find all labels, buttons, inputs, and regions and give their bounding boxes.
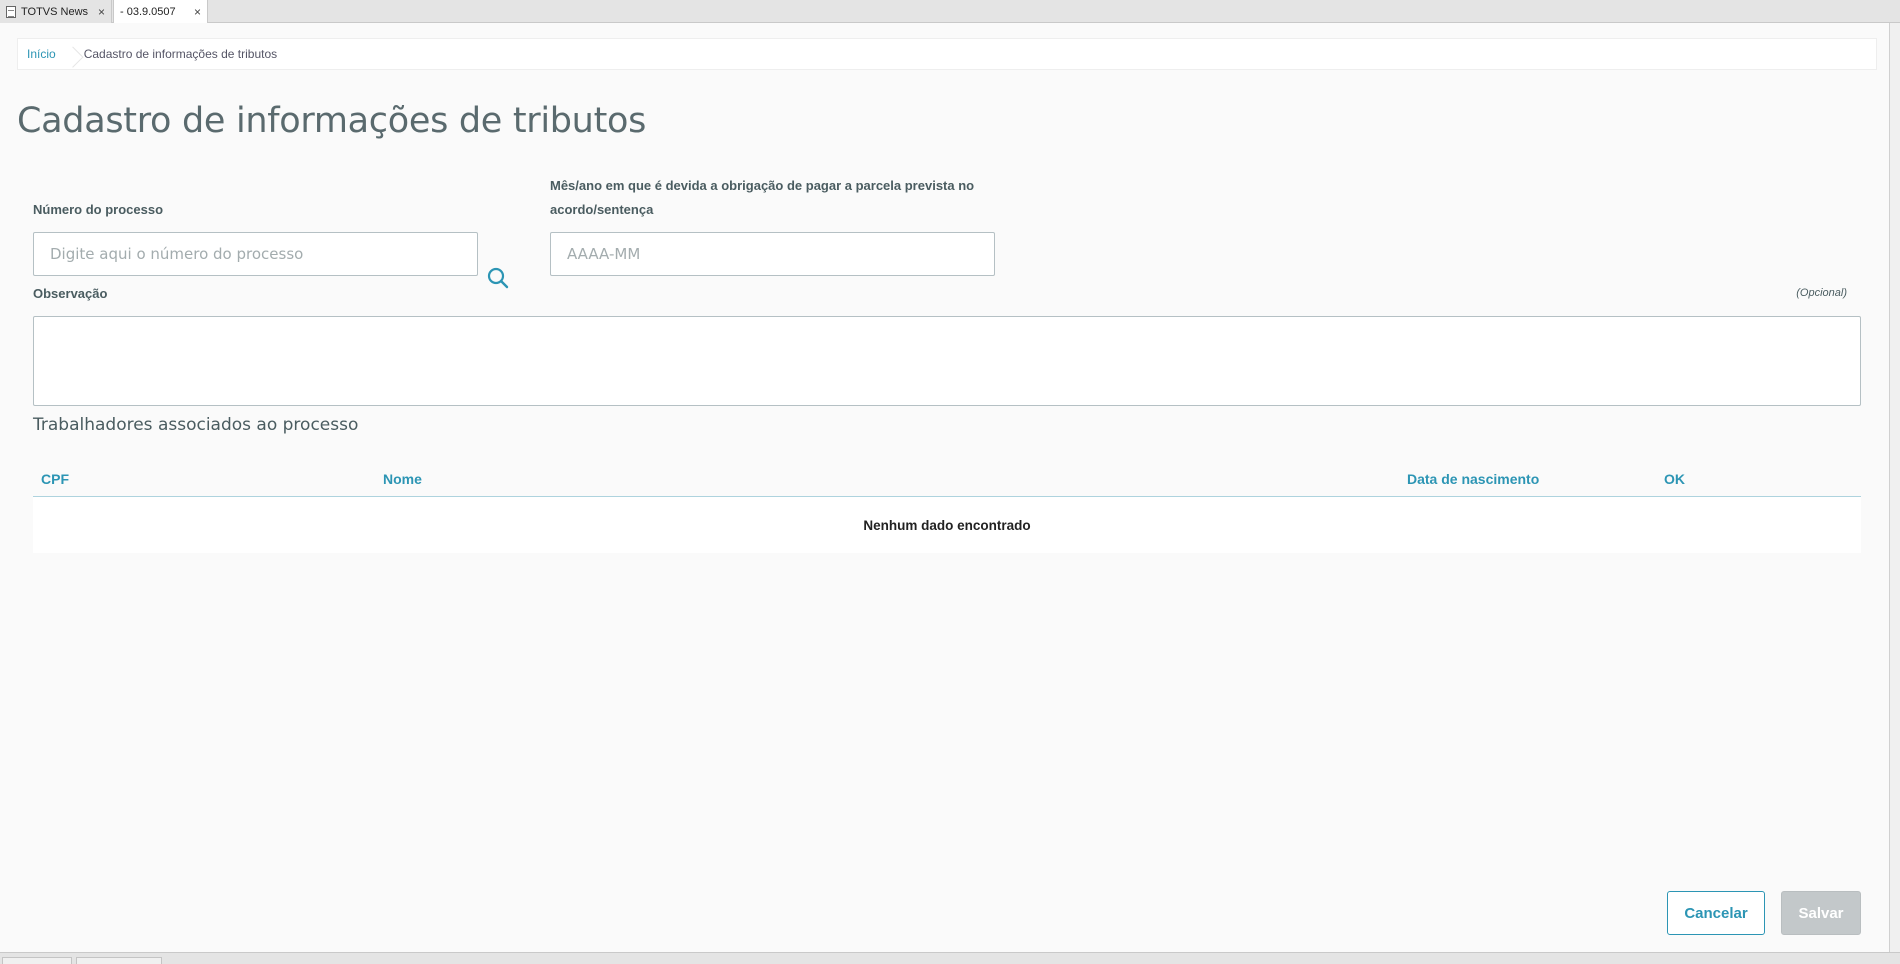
observacao-label: Observação bbox=[33, 286, 108, 301]
processo-placeholder: Digite aqui o número do processo bbox=[50, 245, 304, 263]
window-tab-strip: TOTVS News × - 03.9.0507 × bbox=[0, 0, 1900, 24]
save-button[interactable]: Salvar bbox=[1781, 891, 1861, 935]
breadcrumb: Início Cadastro de informações de tribut… bbox=[17, 38, 1877, 70]
processo-label: Número do processo bbox=[33, 202, 164, 217]
workers-table: CPF Nome Data de nascimento OK Nenhum da… bbox=[33, 462, 1861, 553]
vertical-scrollbar[interactable] bbox=[1890, 23, 1900, 952]
bottom-tab[interactable] bbox=[2, 957, 72, 964]
processo-input[interactable]: Digite aqui o número do processo bbox=[33, 232, 478, 276]
close-icon[interactable]: × bbox=[194, 5, 201, 19]
breadcrumb-current: Cadastro de informações de tributos bbox=[83, 47, 278, 61]
column-header-nome[interactable]: Nome bbox=[383, 471, 422, 487]
page-title: Cadastro de informações de tributos bbox=[17, 101, 647, 141]
close-icon[interactable]: × bbox=[98, 5, 105, 19]
tab-totvs-news[interactable]: TOTVS News × bbox=[0, 0, 112, 23]
periodo-label-line2: acordo/sentença bbox=[550, 202, 654, 217]
column-header-cpf[interactable]: CPF bbox=[41, 471, 69, 487]
tab-label: - 03.9.0507 bbox=[120, 6, 176, 18]
breadcrumb-separator bbox=[66, 39, 76, 69]
table-header: CPF Nome Data de nascimento OK bbox=[33, 462, 1861, 497]
tab-label: TOTVS News bbox=[21, 5, 89, 18]
optional-tag: (Opcional) bbox=[1796, 287, 1847, 299]
table-empty-message: Nenhum dado encontrado bbox=[33, 497, 1861, 553]
workers-section-title: Trabalhadores associados ao processo bbox=[33, 415, 359, 435]
bottom-tab-strip bbox=[0, 952, 1900, 964]
document-icon bbox=[6, 5, 16, 18]
breadcrumb-home-link[interactable]: Início bbox=[18, 47, 66, 61]
column-header-data-nascimento[interactable]: Data de nascimento bbox=[1407, 471, 1539, 487]
cancel-button[interactable]: Cancelar bbox=[1667, 891, 1765, 935]
periodo-label-line1: Mês/ano em que é devida a obrigação de p… bbox=[550, 178, 975, 193]
tab-current-program[interactable]: - 03.9.0507 × bbox=[113, 0, 208, 24]
bottom-tab[interactable] bbox=[76, 957, 162, 964]
search-icon[interactable] bbox=[484, 264, 512, 292]
column-header-ok[interactable]: OK bbox=[1664, 471, 1685, 487]
page-content: Início Cadastro de informações de tribut… bbox=[0, 23, 1890, 952]
periodo-input[interactable]: AAAA-MM bbox=[550, 232, 995, 276]
periodo-placeholder: AAAA-MM bbox=[567, 245, 641, 263]
observacao-textarea[interactable] bbox=[33, 316, 1861, 406]
